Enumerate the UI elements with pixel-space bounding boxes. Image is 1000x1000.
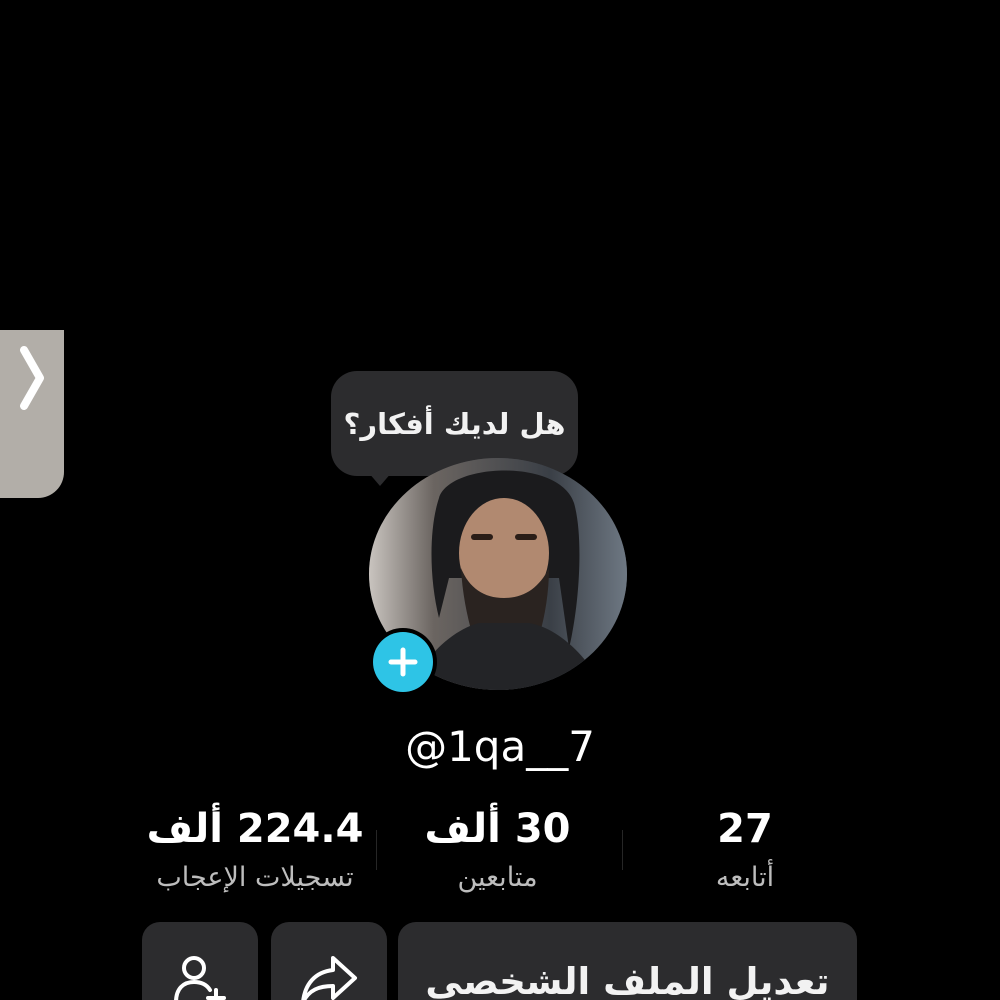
add-friend-icon xyxy=(174,956,226,1000)
following-label: أتابعه xyxy=(715,862,775,893)
side-panel-tab[interactable] xyxy=(0,330,64,498)
share-profile-button[interactable] xyxy=(271,922,387,1000)
stat-divider xyxy=(376,830,377,870)
ideas-bubble-text: هل لديك أفكار؟ xyxy=(343,406,566,441)
following-count: 27 xyxy=(717,806,773,852)
followers-stat[interactable]: 30 ألف متابعين xyxy=(410,806,585,893)
plus-icon xyxy=(388,647,418,677)
chevron-right-icon xyxy=(20,346,44,410)
stat-divider xyxy=(622,830,623,870)
add-friend-button[interactable] xyxy=(142,922,258,1000)
edit-profile-label: تعديل الملف الشخصي xyxy=(425,960,830,1000)
ideas-bubble[interactable]: هل لديك أفكار؟ xyxy=(331,371,578,476)
username: @1qa__7 xyxy=(405,722,595,771)
share-icon xyxy=(301,956,357,1000)
bubble-tail xyxy=(368,472,392,486)
add-story-button[interactable] xyxy=(369,628,437,696)
add-badge-circle xyxy=(373,632,433,692)
likes-count: 224.4 ألف xyxy=(146,806,364,852)
likes-label: تسجيلات الإعجاب xyxy=(156,862,354,893)
likes-stat[interactable]: 224.4 ألف تسجيلات الإعجاب xyxy=(140,806,370,893)
profile-screen: هل لديك أفكار؟ @1qa__7 224.4 ألف تسجيلات… xyxy=(0,0,1000,1000)
edit-profile-button[interactable]: تعديل الملف الشخصي xyxy=(398,922,857,1000)
followers-count: 30 ألف xyxy=(424,806,571,852)
following-stat[interactable]: 27 أتابعه xyxy=(690,806,800,893)
followers-label: متابعين xyxy=(457,862,538,893)
